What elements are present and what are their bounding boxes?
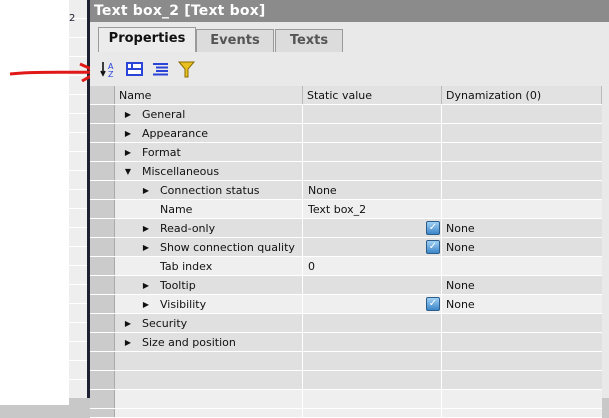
property-name: Appearance [142,126,209,140]
static-value[interactable]: None [308,184,337,197]
row-header [90,219,115,237]
dynamization-value[interactable]: None [446,298,475,311]
svg-text:Z: Z [108,70,114,78]
red-arrow-annotation [9,62,98,82]
empty-row [90,390,602,409]
row-header [90,181,115,199]
empty-row [90,409,602,418]
table-row[interactable]: ▶ Tooltip None [90,276,602,295]
expand-triangle-right-icon[interactable]: ▶ [141,224,151,233]
static-value[interactable]: Text box_2 [308,203,366,216]
property-name: Size and position [142,335,236,349]
expand-triangle-right-icon[interactable]: ▶ [141,186,151,195]
sort-az-icon[interactable]: AZ [100,60,118,78]
ruler-number: 2 [69,13,76,24]
row-header [90,238,115,256]
background-area [0,0,69,405]
tab-events[interactable]: Events [196,29,274,52]
table-row[interactable]: ▶ Read-only ✓ None [90,219,602,238]
panel-title: Text box_2 [Text box] [90,0,609,22]
table-row[interactable]: ▶ Security [90,314,602,333]
property-name: General [142,107,186,121]
row-header [90,276,115,294]
table-row[interactable]: ▶ Visibility ✓ None [90,295,602,314]
table-header: Name Static value Dynamization (0) [90,86,602,105]
checkbox-checked-icon[interactable]: ✓ [426,297,440,311]
dynamization-value[interactable]: None [446,279,475,292]
list-view-icon[interactable] [152,60,170,78]
expand-triangle-right-icon[interactable]: ▶ [123,338,133,347]
checkbox-checked-icon[interactable]: ✓ [426,240,440,254]
row-header [90,333,115,351]
tab-texts[interactable]: Texts [275,29,343,52]
expand-triangle-right-icon[interactable]: ▶ [123,319,133,328]
table-row[interactable]: ▶ General [90,105,602,124]
property-name: Security [142,316,188,330]
dynamization-value[interactable]: None [446,241,475,254]
property-name: Visibility [160,297,207,311]
filter-icon[interactable] [178,60,196,78]
static-value[interactable]: 0 [308,260,315,273]
table-row[interactable]: ▶ Appearance [90,124,602,143]
properties-table: Name Static value Dynamization (0) ▶ Gene… [90,86,602,418]
row-header [90,314,115,332]
table-row[interactable]: ▶ Size and position [90,333,602,352]
row-header [90,143,115,161]
column-static-value[interactable]: Static value [303,86,442,104]
row-header [90,124,115,142]
table-row[interactable]: ▼ Miscellaneous [90,162,602,181]
column-name[interactable]: Name [115,86,303,104]
property-name: Miscellaneous [142,164,220,178]
properties-panel: Text box_2 [Text box] Properties Events … [90,0,609,418]
row-header [90,200,115,218]
expand-triangle-right-icon[interactable]: ▶ [141,300,151,309]
expand-triangle-right-icon[interactable]: ▶ [123,110,133,119]
row-header [90,162,115,180]
expand-triangle-down-icon[interactable]: ▼ [123,167,133,176]
expand-triangle-right-icon[interactable]: ▶ [141,243,151,252]
row-header [90,257,115,275]
table-row[interactable]: ▶ Show connection quality ✓ None [90,238,602,257]
column-dynamization[interactable]: Dynamization (0) [442,86,602,104]
checkbox-checked-icon[interactable]: ✓ [426,221,440,235]
table-row[interactable]: Name Text box_2 [90,200,602,219]
property-name: Format [142,145,181,159]
property-name: Tooltip [160,278,196,292]
tab-properties[interactable]: Properties [98,27,196,52]
row-header [90,105,115,123]
table-row[interactable]: Tab index 0 [90,257,602,276]
expand-triangle-right-icon[interactable]: ▶ [123,148,133,157]
row-header [90,295,115,313]
left-ruler: 2 [69,0,87,398]
property-name: Tab index [160,259,213,273]
table-row[interactable]: ▶ Connection status None [90,181,602,200]
expand-triangle-right-icon[interactable]: ▶ [123,129,133,138]
empty-row [90,352,602,371]
property-name: Show connection quality [160,240,295,254]
property-name: Read-only [160,221,216,235]
expand-triangle-right-icon[interactable]: ▶ [141,281,151,290]
property-name: Name [160,202,193,216]
table-row[interactable]: ▶ Format [90,143,602,162]
empty-row [90,371,602,390]
categorized-view-icon[interactable] [126,60,144,78]
property-name: Connection status [160,183,260,197]
dynamization-value[interactable]: None [446,222,475,235]
